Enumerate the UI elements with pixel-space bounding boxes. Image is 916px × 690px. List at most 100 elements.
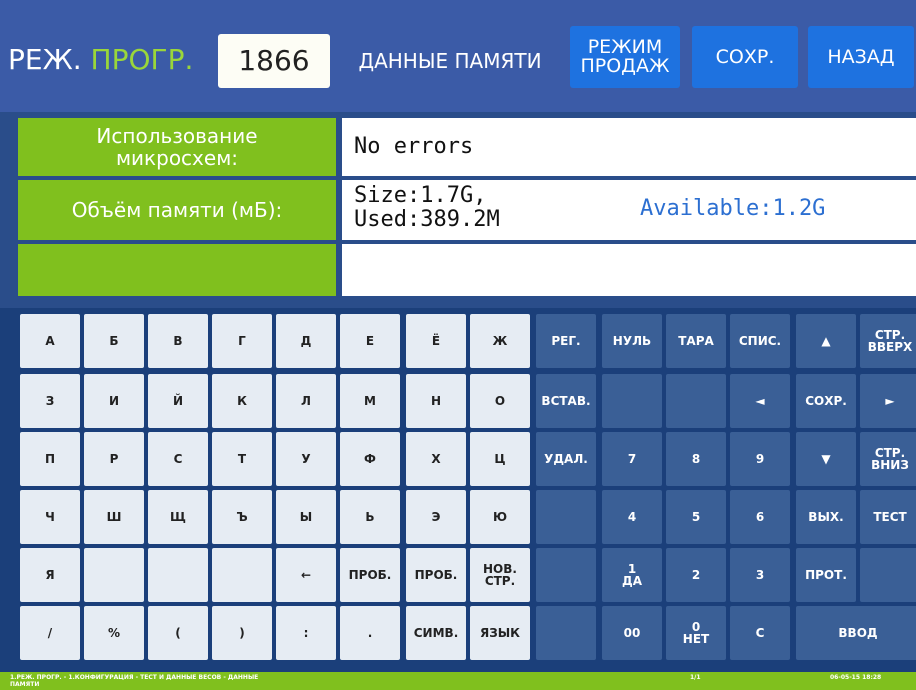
key-r1-c12[interactable]: СПИС.: [730, 314, 790, 368]
key-r3-c12[interactable]: 9: [730, 432, 790, 486]
key-r5-c7[interactable]: ПРОБ.: [406, 548, 466, 602]
key-r5-c14[interactable]: [860, 548, 916, 602]
chip-usage-value: No errors: [342, 118, 916, 176]
key-r2-c13[interactable]: СОХР.: [796, 374, 856, 428]
key-r3-c9[interactable]: УДАЛ.: [536, 432, 596, 486]
key-r4-c2[interactable]: Ш: [84, 490, 144, 544]
key-r4-c9[interactable]: [536, 490, 596, 544]
key-r3-c8[interactable]: Ц: [470, 432, 530, 486]
key-r4-c10[interactable]: 4: [602, 490, 662, 544]
key-r4-c11[interactable]: 5: [666, 490, 726, 544]
save-button[interactable]: СОХР.: [692, 26, 798, 88]
key-r4-c5[interactable]: Ы: [276, 490, 336, 544]
key-r6-c1[interactable]: /: [20, 606, 80, 660]
key-r4-c4[interactable]: Ъ: [212, 490, 272, 544]
key-r6-c12[interactable]: С: [730, 606, 790, 660]
mode-title-prefix: РЕЖ.: [8, 43, 91, 76]
key-r6-c10[interactable]: 00: [602, 606, 662, 660]
status-path: 1.РЕЖ. ПРОГР. - 1.КОНФИГУРАЦИЯ - ТЕСТ И …: [10, 674, 259, 688]
key-r2-c9[interactable]: ВСТАВ.: [536, 374, 596, 428]
status-bar: 1.РЕЖ. ПРОГР. - 1.КОНФИГУРАЦИЯ - ТЕСТ И …: [0, 672, 916, 690]
key-r2-c12[interactable]: ◄: [730, 374, 790, 428]
status-page: 1/1: [690, 674, 701, 681]
key-r2-c5[interactable]: Л: [276, 374, 336, 428]
key-r5-c10[interactable]: 1 ДА: [602, 548, 662, 602]
mode-title: РЕЖ. ПРОГР.: [8, 30, 193, 90]
key-r1-c8[interactable]: Ж: [470, 314, 530, 368]
key-r3-c5[interactable]: У: [276, 432, 336, 486]
key-r3-c11[interactable]: 8: [666, 432, 726, 486]
sale-mode-button[interactable]: РЕЖИМ ПРОДАЖ: [570, 26, 680, 88]
key-r2-c14[interactable]: ►: [860, 374, 916, 428]
key-r1-c10[interactable]: НУЛЬ: [602, 314, 662, 368]
key-r6-c13[interactable]: ВВОД: [796, 606, 916, 660]
key-r5-c9[interactable]: [536, 548, 596, 602]
key-r3-c3[interactable]: С: [148, 432, 208, 486]
key-r4-c7[interactable]: Э: [406, 490, 466, 544]
memory-available: Available:1.2G: [640, 196, 826, 221]
on-screen-keyboard: А Б В Г Д Е Ё Ж РЕГ. НУЛЬ ТАРА СПИС. ▲ СТР. ВВЕРХ З И Й К…: [0, 308, 916, 672]
key-r5-c2[interactable]: [84, 548, 144, 602]
empty-field-value: [342, 244, 916, 296]
key-r1-c7[interactable]: Ё: [406, 314, 466, 368]
key-r3-c13[interactable]: ▼: [796, 432, 856, 486]
key-r2-c1[interactable]: З: [20, 374, 80, 428]
back-button[interactable]: НАЗАД: [808, 26, 914, 88]
key-r2-c11[interactable]: [666, 374, 726, 428]
key-r3-c7[interactable]: Х: [406, 432, 466, 486]
key-r4-c6[interactable]: Ь: [340, 490, 400, 544]
key-r6-c8[interactable]: ЯЗЫК: [470, 606, 530, 660]
empty-field-label: [18, 244, 336, 296]
key-r5-c1[interactable]: Я: [20, 548, 80, 602]
key-r3-c10[interactable]: 7: [602, 432, 662, 486]
memory-size-used: Size:1.7G, Used:389.2M: [354, 183, 500, 232]
key-r5-c12[interactable]: 3: [730, 548, 790, 602]
key-r3-c6[interactable]: Ф: [340, 432, 400, 486]
key-r1-c5[interactable]: Д: [276, 314, 336, 368]
key-r4-c3[interactable]: Щ: [148, 490, 208, 544]
key-r2-c10[interactable]: [602, 374, 662, 428]
key-r3-c14[interactable]: СТР. ВНИЗ: [860, 432, 916, 486]
key-r5-c6[interactable]: ПРОБ.: [340, 548, 400, 602]
key-r3-c2[interactable]: Р: [84, 432, 144, 486]
key-r4-c14[interactable]: ТЕСТ: [860, 490, 916, 544]
key-r5-c3[interactable]: [148, 548, 208, 602]
key-r2-c2[interactable]: И: [84, 374, 144, 428]
key-r6-c4[interactable]: ): [212, 606, 272, 660]
key-r1-c1[interactable]: А: [20, 314, 80, 368]
key-r1-c11[interactable]: ТАРА: [666, 314, 726, 368]
key-r4-c8[interactable]: Ю: [470, 490, 530, 544]
key-r6-c3[interactable]: (: [148, 606, 208, 660]
key-r2-c6[interactable]: М: [340, 374, 400, 428]
key-r6-c9[interactable]: [536, 606, 596, 660]
key-r2-c3[interactable]: Й: [148, 374, 208, 428]
key-r2-c8[interactable]: О: [470, 374, 530, 428]
key-r1-c3[interactable]: В: [148, 314, 208, 368]
key-r4-c1[interactable]: Ч: [20, 490, 80, 544]
key-r5-c8[interactable]: НОВ. СТР.: [470, 548, 530, 602]
key-r6-c6[interactable]: .: [340, 606, 400, 660]
key-r3-c1[interactable]: П: [20, 432, 80, 486]
key-r5-c4[interactable]: [212, 548, 272, 602]
key-r1-c6[interactable]: Е: [340, 314, 400, 368]
memory-data-screen: РЕЖ. ПРОГР. 1866 ДАННЫЕ ПАМЯТИ РЕЖИМ ПРО…: [0, 0, 916, 690]
key-r5-c11[interactable]: 2: [666, 548, 726, 602]
section-title: ДАННЫЕ ПАМЯТИ: [358, 49, 542, 73]
key-r4-c13[interactable]: ВЫХ.: [796, 490, 856, 544]
key-r5-c5[interactable]: ←: [276, 548, 336, 602]
key-r6-c11[interactable]: 0 НЕТ: [666, 606, 726, 660]
key-r2-c7[interactable]: Н: [406, 374, 466, 428]
key-r2-c4[interactable]: К: [212, 374, 272, 428]
key-r1-c14[interactable]: СТР. ВВЕРХ: [860, 314, 916, 368]
chip-usage-label: Использование микросхем:: [18, 118, 336, 176]
key-r6-c2[interactable]: %: [84, 606, 144, 660]
key-r3-c4[interactable]: Т: [212, 432, 272, 486]
key-r5-c13[interactable]: ПРОТ.: [796, 548, 856, 602]
key-r1-c13[interactable]: ▲: [796, 314, 856, 368]
key-r4-c12[interactable]: 6: [730, 490, 790, 544]
key-r6-c7[interactable]: СИМВ.: [406, 606, 466, 660]
key-r1-c9[interactable]: РЕГ.: [536, 314, 596, 368]
key-r6-c5[interactable]: :: [276, 606, 336, 660]
key-r1-c2[interactable]: Б: [84, 314, 144, 368]
key-r1-c4[interactable]: Г: [212, 314, 272, 368]
